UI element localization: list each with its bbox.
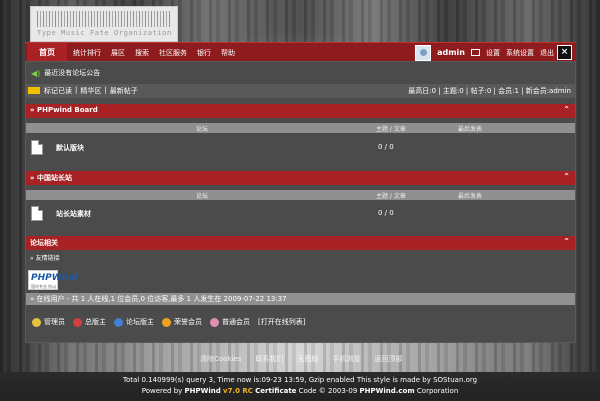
nav-links: 统计排行 展区 搜索 社区服务 银行 帮助 — [73, 43, 235, 62]
powered-label: Powered by — [141, 387, 183, 395]
legend-label: 总版主 — [85, 318, 106, 326]
super-mod-icon — [73, 317, 82, 327]
content-panel: ◀) 最近没有论坛公告 标记已读 | 精华区 | 最新帖子 最高日:0 | 主题… — [25, 61, 576, 343]
collapse-icon[interactable]: ⌃ — [563, 105, 570, 114]
site-logo[interactable]: Type Music Fate Organization — [30, 6, 178, 42]
page-wrapper: Type Music Fate Organization 首页 统计排行 展区 … — [25, 0, 576, 401]
column-header: 论坛 主题 / 文章 最后发表 — [26, 190, 575, 200]
settings-link[interactable]: 设置 — [486, 48, 500, 58]
text-version-link[interactable]: 无图版 — [297, 354, 318, 364]
digest-link[interactable]: 精华区 — [80, 86, 101, 96]
legend-label: 普通会员 — [222, 318, 250, 326]
mark-read-link[interactable]: 标记已读 — [44, 86, 72, 96]
admin-icon — [32, 317, 41, 327]
certificate-link[interactable]: Certificate — [255, 387, 296, 395]
legend-item: 论坛版主 — [114, 317, 154, 327]
online-users-bar: » 在线用户 - 共 1 人在线,1 位会员,0 位访客,最多 1 人发生在 2… — [26, 293, 575, 305]
user-menu: admin 设置 系统设置 退出 — [415, 43, 554, 62]
barcode-graphic — [37, 11, 171, 27]
col-topics: 主题 / 文章 — [376, 193, 406, 200]
nav-search[interactable]: 搜索 — [135, 48, 149, 58]
nav-stats[interactable]: 统计排行 — [73, 48, 101, 58]
mail-icon[interactable] — [471, 49, 480, 56]
legend-label: 管理员 — [44, 318, 65, 326]
legend-item: 管理员 — [32, 317, 65, 327]
forum-row: 默认版块 0 / 0 — [26, 136, 575, 160]
collapse-icon[interactable]: ⌃ — [563, 237, 570, 246]
nav-home[interactable]: 首页 — [27, 43, 67, 62]
friend-links-label: » 友情链接 — [30, 255, 60, 262]
legend-label: 论坛版主 — [126, 318, 154, 326]
nav-bank[interactable]: 银行 — [197, 48, 211, 58]
system-settings-link[interactable]: 系统设置 — [506, 48, 534, 58]
logo-text: Type Music Fate Organization — [37, 29, 172, 37]
bottom-links: 清除Cookies 联系我们 无图版 手机浏览 返回顶部 — [200, 354, 402, 364]
col-last: 最后发表 — [458, 126, 483, 133]
forum-doc-icon — [31, 140, 43, 155]
notice-text: 最近没有论坛公告 — [44, 69, 101, 77]
board-stats: 最高日:0 | 主题:0 | 帖子:0 | 会员:1 | 新会员:admin — [408, 87, 571, 95]
forum-stat: 0 / 0 — [378, 143, 394, 151]
legend-item: 荣誉会员 — [162, 317, 202, 327]
nav-community[interactable]: 社区服务 — [159, 48, 187, 58]
honor-member-icon — [162, 317, 171, 327]
forum-stat: 0 / 0 — [378, 209, 394, 217]
legend-label: 荣誉会员 — [174, 318, 202, 326]
forum-link[interactable]: 默认版块 — [56, 143, 84, 153]
avatar-icon[interactable] — [415, 44, 432, 61]
section-title: » 中国站长站 — [30, 174, 72, 182]
member-legend: 管理员 总版主 论坛版主 荣誉会员 普通会员 [打开在线列表] — [32, 317, 305, 327]
speaker-icon: ◀) — [31, 68, 41, 78]
notice-bar: ◀) 最近没有论坛公告 — [31, 68, 100, 78]
legend-item: 总版主 — [73, 317, 106, 327]
new-posts-link[interactable]: 最新帖子 — [110, 86, 138, 96]
brand-link[interactable]: PHPWind — [185, 387, 221, 395]
section-title: 论坛相关 — [30, 239, 58, 247]
logo-main: PHPWind — [31, 273, 78, 283]
separator: | — [75, 86, 78, 94]
copyright-label: Code © 2003-09 — [298, 387, 358, 395]
footer-stats: Total 0.140999(s) query 3, Time now is:0… — [122, 376, 478, 384]
column-header: 论坛 主题 / 文章 最后发表 — [26, 123, 575, 133]
logout-link[interactable]: 退出 — [540, 48, 554, 58]
back-to-top-link[interactable]: 返回顶部 — [374, 354, 402, 364]
member-icon — [210, 317, 219, 327]
legend-item: 普通会员 — [210, 317, 250, 327]
corp-label: Corporation — [416, 387, 459, 395]
nav-help[interactable]: 帮助 — [221, 48, 235, 58]
main-nav: 首页 统计排行 展区 搜索 社区服务 银行 帮助 admin 设置 系统设置 退… — [25, 42, 576, 62]
collapse-icon[interactable]: ⌃ — [563, 172, 570, 181]
section-header-related[interactable]: 论坛相关 ⌃ — [26, 236, 575, 250]
section-header-phpwind[interactable]: » PHPwind Board ⌃ — [26, 104, 575, 118]
forum-doc-icon — [31, 206, 43, 221]
moderator-icon — [114, 317, 123, 327]
open-online-list-link[interactable]: [打开在线列表] — [258, 317, 305, 327]
close-icon[interactable]: × — [557, 45, 572, 60]
separator: | — [104, 86, 107, 94]
footer-powered: Powered by PHPWind v7.0 RC Certificate C… — [0, 387, 600, 395]
sub-toolbar: 标记已读 | 精华区 | 最新帖子 最高日:0 | 主题:0 | 帖子:0 | … — [26, 84, 575, 98]
clear-cookies-link[interactable]: 清除Cookies — [200, 354, 241, 364]
col-last: 最后发表 — [458, 193, 483, 200]
version-label: v7.0 RC — [223, 387, 253, 395]
contact-link[interactable]: 联系我们 — [255, 354, 283, 364]
site-link[interactable]: PHPWind.com — [360, 387, 415, 395]
forum-link[interactable]: 站长站素材 — [56, 209, 91, 219]
page-footer: Total 0.140999(s) query 3, Time now is:0… — [0, 372, 600, 401]
quick-links: 标记已读 | 精华区 | 最新帖子 — [44, 86, 138, 96]
section-title: » PHPwind Board — [30, 106, 98, 114]
nav-showroom[interactable]: 展区 — [111, 48, 125, 58]
phpwind-link-logo[interactable]: PHPWind 国内专业 所以优秀 — [28, 270, 78, 295]
new-badge-icon — [28, 87, 40, 94]
col-forum: 论坛 — [196, 126, 209, 133]
col-topics: 主题 / 文章 — [376, 126, 406, 133]
header-banner: Type Music Fate Organization — [25, 0, 576, 42]
section-header-china[interactable]: » 中国站长站 ⌃ — [26, 171, 575, 185]
col-forum: 论坛 — [196, 193, 209, 200]
online-text: » 在线用户 - 共 1 人在线,1 位会员,0 位访客,最多 1 人发生在 2… — [30, 295, 287, 303]
mobile-link[interactable]: 手机浏览 — [332, 354, 360, 364]
username-link[interactable]: admin — [437, 48, 465, 57]
forum-row: 站长站素材 0 / 0 — [26, 202, 575, 226]
